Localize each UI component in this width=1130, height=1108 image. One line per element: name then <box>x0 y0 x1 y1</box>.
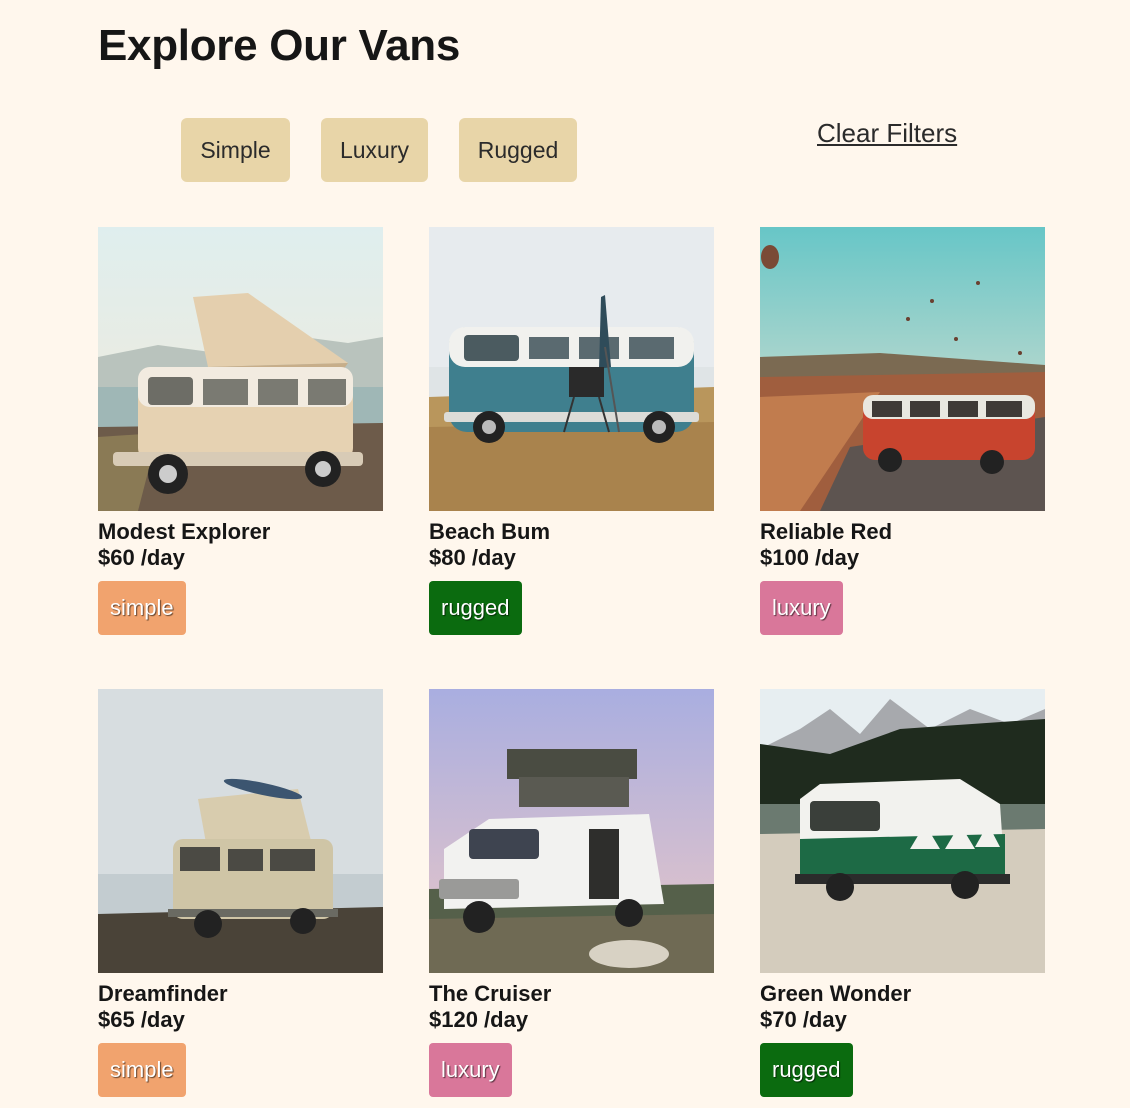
van-card[interactable]: The Cruiser $120 /day luxury <box>429 689 714 1097</box>
van-photo[interactable] <box>429 227 714 511</box>
van-type-badge: simple <box>98 581 186 635</box>
van-card[interactable]: Modest Explorer $60 /day simple <box>98 227 383 635</box>
van-type-badge: luxury <box>429 1043 512 1097</box>
filter-rugged-button[interactable]: Rugged <box>459 118 577 182</box>
filter-luxury-button[interactable]: Luxury <box>321 118 428 182</box>
van-type-badge: luxury <box>760 581 843 635</box>
van-card[interactable]: Green Wonder $70 /day rugged <box>760 689 1045 1097</box>
van-name[interactable]: Reliable Red <box>760 519 1045 545</box>
page-title: Explore Our Vans <box>98 21 461 70</box>
van-card[interactable]: Dreamfinder $65 /day simple <box>98 689 383 1097</box>
van-price: $80 /day <box>429 545 516 570</box>
van-name[interactable]: The Cruiser <box>429 981 714 1007</box>
van-price: $120 /day <box>429 1007 529 1032</box>
filter-simple-button[interactable]: Simple <box>181 118 290 182</box>
van-photo[interactable] <box>760 689 1045 973</box>
van-type-badge: simple <box>98 1043 186 1097</box>
van-photo[interactable] <box>760 227 1045 511</box>
clear-filters-link[interactable]: Clear Filters <box>817 118 957 149</box>
van-price: $65 /day <box>98 1007 185 1032</box>
van-name[interactable]: Modest Explorer <box>98 519 383 545</box>
van-name[interactable]: Beach Bum <box>429 519 714 545</box>
van-photo[interactable] <box>98 227 383 511</box>
van-name[interactable]: Dreamfinder <box>98 981 383 1007</box>
van-photo[interactable] <box>98 689 383 973</box>
van-photo[interactable] <box>429 689 714 973</box>
van-card[interactable]: Beach Bum $80 /day rugged <box>429 227 714 635</box>
van-price: $70 /day <box>760 1007 847 1032</box>
van-price: $60 /day <box>98 545 185 570</box>
van-price: $100 /day <box>760 545 860 570</box>
van-card[interactable]: Reliable Red $100 /day luxury <box>760 227 1045 635</box>
van-type-badge: rugged <box>760 1043 853 1097</box>
van-name[interactable]: Green Wonder <box>760 981 1045 1007</box>
van-type-badge: rugged <box>429 581 522 635</box>
